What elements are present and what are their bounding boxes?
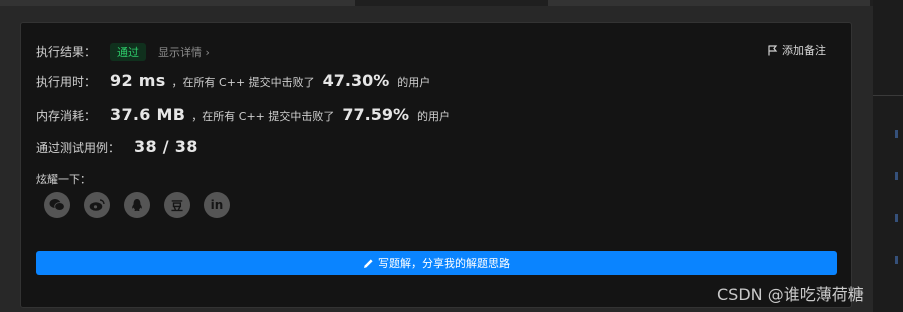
share-icons: 豆 in [44,192,244,218]
memory-percent: 77.59% [342,105,410,124]
share-label: 炫耀一下： [36,173,91,186]
submission-result-panel: 执行结果： 通过 显示详情 › 添加备注 执行用时： 92 ms ，在所有 C+… [20,22,852,308]
testcases-label: 通过测试用例： [36,141,121,155]
testcases-value: 38 / 38 [134,137,198,156]
runtime-row: 执行用时： 92 ms ，在所有 C++ 提交中击败了 47.30% 的用户 [36,71,430,90]
add-note-button[interactable]: 添加备注 [768,42,826,58]
memory-row: 内存消耗： 37.6 MB ，在所有 C++ 提交中击败了 77.59% 的用户 [36,105,450,124]
rail-mark [895,214,898,222]
runtime-percent: 47.30% [322,71,390,90]
result-row: 执行结果： 通过 显示详情 › [36,43,210,61]
top-tab-left [0,0,355,6]
memory-label: 内存消耗： [36,109,97,123]
runtime-value: 92 ms [110,71,166,90]
runtime-suffix: 的用户 [397,76,431,89]
add-note-label: 添加备注 [782,44,826,57]
watermark-text: CSDN @谁吃薄荷糖 [717,285,864,304]
flag-icon [768,44,778,55]
rail-mark [895,130,898,138]
qq-icon[interactable] [124,192,150,218]
memory-value: 37.6 MB [110,105,186,124]
result-label: 执行结果： [36,45,97,59]
memory-beat-text: ，在所有 C++ 提交中击败了 [191,110,335,123]
rail-mark [895,172,898,180]
memory-suffix: 的用户 [417,110,451,123]
rail-divider [873,95,903,96]
runtime-label: 执行用时： [36,75,97,89]
top-tab-right [548,0,870,6]
testcases-row: 通过测试用例： 38 / 38 [36,137,198,156]
write-solution-label: 写题解，分享我的解题思路 [378,257,510,270]
linkedin-icon[interactable]: in [204,192,230,218]
write-solution-button[interactable]: 写题解，分享我的解题思路 [36,251,837,275]
runtime-beat-text: ，在所有 C++ 提交中击败了 [171,76,315,89]
weibo-icon[interactable] [84,192,110,218]
status-badge: 通过 [110,43,147,61]
right-rail [873,0,903,312]
douban-icon[interactable]: 豆 [164,192,190,218]
top-strip [0,0,903,6]
show-detail-link[interactable]: 显示详情 › [158,44,210,60]
rail-mark [895,256,898,264]
pencil-icon [364,258,373,268]
wechat-icon[interactable] [44,192,70,218]
